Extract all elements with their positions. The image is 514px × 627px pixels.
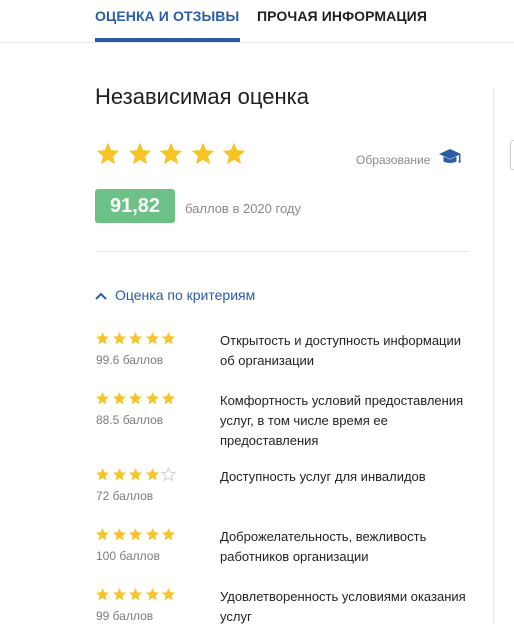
star-filled-icon <box>162 587 176 601</box>
star-filled-icon <box>162 331 176 345</box>
star-filled-icon <box>129 467 143 481</box>
star-filled-icon <box>145 391 159 405</box>
category-tag: Образование <box>356 147 462 172</box>
active-tab-indicator <box>95 38 240 42</box>
star-filled-icon <box>145 331 159 345</box>
star-filled-icon <box>191 142 214 165</box>
criteria-toggle-button[interactable]: Оценка по критериям <box>95 287 255 303</box>
star-filled-icon <box>129 331 143 345</box>
category-label: Образование <box>356 152 431 167</box>
star-filled-icon <box>96 527 109 541</box>
criteria-star-rating <box>95 391 178 406</box>
right-panel-control-fragment[interactable] <box>510 140 514 170</box>
star-filled-icon <box>112 527 126 541</box>
column-divider <box>493 88 494 624</box>
star-filled-icon <box>222 142 246 165</box>
criteria-name: Удовлетворенность условиями оказания усл… <box>220 589 466 624</box>
star-filled-icon <box>112 391 126 405</box>
criteria-score: 100 баллов <box>96 549 160 563</box>
criteria-star-rating <box>95 587 178 602</box>
star-filled-icon <box>162 391 176 405</box>
star-filled-icon <box>145 467 159 481</box>
star-filled-icon <box>159 142 183 165</box>
star-filled-icon <box>129 391 143 405</box>
criteria-star-rating <box>95 527 178 542</box>
divider <box>95 251 469 252</box>
criteria-score: 88.5 баллов <box>96 413 164 427</box>
criteria-name: Комфортность условий предоставления услу… <box>220 393 464 448</box>
score-caption: баллов в 2020 году <box>185 201 301 216</box>
criteria-score: 99 баллов <box>96 609 154 623</box>
section-title: Независимая оценка <box>95 84 309 109</box>
criteria-star-rating <box>95 467 178 482</box>
star-filled-icon <box>112 331 126 345</box>
chevron-up-icon <box>95 287 115 303</box>
criteria-star-rating <box>95 331 178 346</box>
criteria-name: Доступность услуг для инвалидов <box>220 469 426 484</box>
overall-star-rating <box>95 141 253 167</box>
star-filled-icon <box>96 587 109 601</box>
criteria-score: 72 баллов <box>96 489 154 503</box>
star-filled-icon <box>162 527 176 541</box>
star-filled-icon <box>96 391 109 405</box>
score-badge: 91,82 <box>95 189 175 223</box>
star-filled-icon <box>129 527 143 541</box>
star-filled-icon <box>145 527 159 541</box>
star-filled-icon <box>96 142 120 165</box>
star-filled-icon <box>96 467 109 481</box>
criteria-toggle-label: Оценка по критериям <box>115 287 256 303</box>
graduation-cap-icon <box>438 147 462 172</box>
star-filled-icon <box>145 587 159 601</box>
criteria-name: Открытость и доступность информации об о… <box>220 333 462 368</box>
criteria-name: Доброжелательность, вежливость работнико… <box>220 529 427 564</box>
star-filled-icon <box>128 142 151 165</box>
star-filled-icon <box>129 587 143 601</box>
tab-ratings-reviews[interactable]: ОЦЕНКА И ОТЗЫВЫ <box>95 8 239 24</box>
star-empty-icon <box>161 467 177 482</box>
tab-bar: ОЦЕНКА И ОТЗЫВЫ ПРОЧАЯ ИНФОРМАЦИЯ <box>0 0 514 43</box>
right-panel-heading-fragment <box>509 85 514 107</box>
star-filled-icon <box>96 331 109 345</box>
tab-other-info[interactable]: ПРОЧАЯ ИНФОРМАЦИЯ <box>257 8 427 24</box>
criteria-score: 99.6 баллов <box>96 353 164 367</box>
star-filled-icon <box>112 587 126 601</box>
star-filled-icon <box>112 467 126 481</box>
